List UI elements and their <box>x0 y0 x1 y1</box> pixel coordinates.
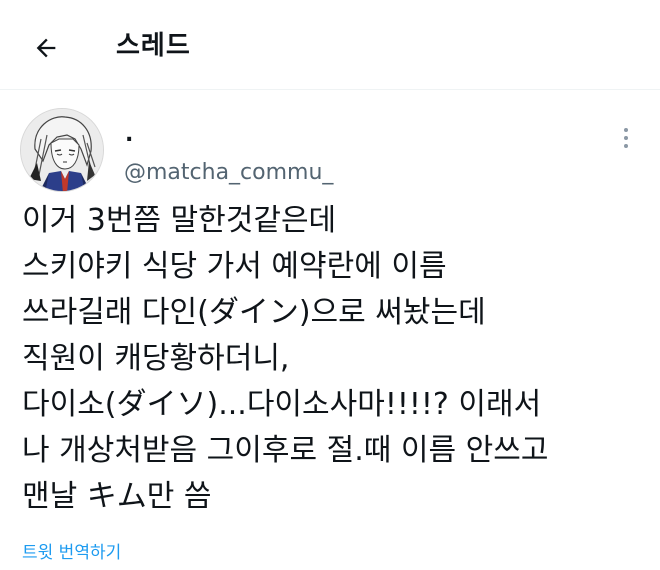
anime-character-avatar <box>21 109 103 191</box>
tweet: . @matcha_commu_ 이거 3번쯤 말한것같은데 스키야키 식당 가… <box>0 91 660 570</box>
display-name[interactable]: . <box>125 121 133 149</box>
more-vertical-icon-dot <box>624 136 628 140</box>
tweet-text-line: 다이소(ダイソ)...다이소사마!!!!? 이래서 <box>22 387 542 422</box>
tweet-text-line: 직원이 캐당황하더니, <box>22 341 290 376</box>
avatar[interactable] <box>20 108 104 192</box>
tweet-text-line: 맨날 キム만 씀 <box>22 479 212 514</box>
more-vertical-icon-dot <box>624 144 628 148</box>
user-handle[interactable]: @matcha_commu_ <box>124 158 333 188</box>
translate-tweet-link[interactable]: 트윗 번역하기 <box>22 541 121 565</box>
tweet-text-line: 나 개상처받음 그이후로 절.때 이름 안쓰고 <box>22 433 549 468</box>
tweet-text-line: 이거 3번쯤 말한것같은데 <box>22 203 337 238</box>
tweet-text-line: 스키야키 식당 가서 예약란에 이름 <box>22 249 447 284</box>
page-title: 스레드 <box>116 31 191 61</box>
thread-header: 스레드 <box>0 0 660 90</box>
tweet-text: 이거 3번쯤 말한것같은데 스키야키 식당 가서 예약란에 이름 쓰라길래 다인… <box>22 198 652 520</box>
more-button[interactable] <box>614 123 638 153</box>
tweet-text-line: 쓰라길래 다인(ダイン)으로 써놨는데 <box>22 295 486 330</box>
back-button[interactable] <box>24 26 68 70</box>
more-vertical-icon <box>624 128 628 132</box>
arrow-left-icon <box>36 38 56 58</box>
